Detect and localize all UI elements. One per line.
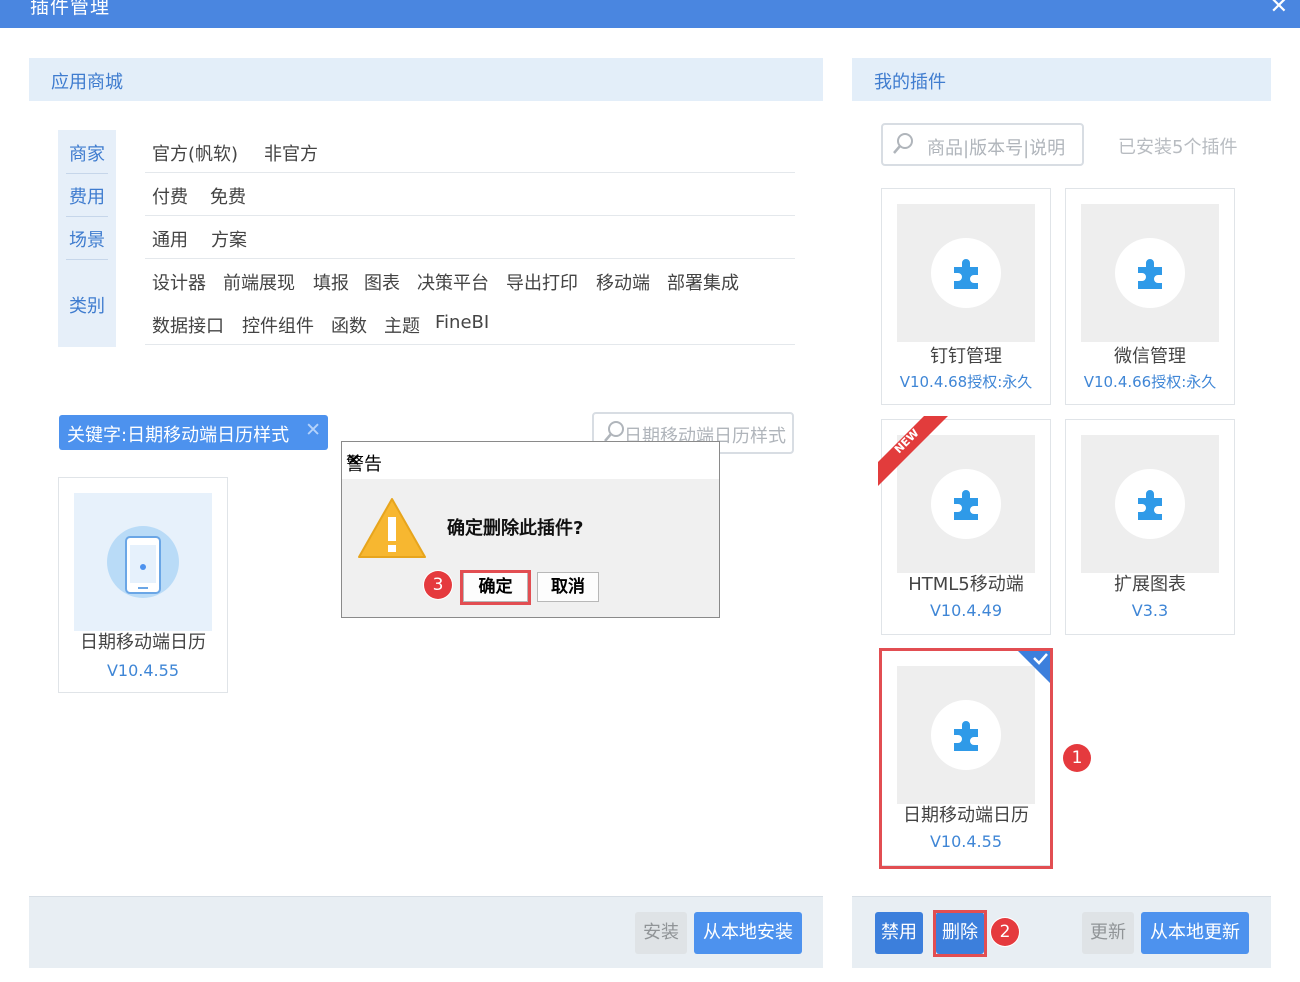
puzzle-icon <box>1115 469 1185 539</box>
store-result-card[interactable]: 日期移动端日历 V10.4.55 <box>58 477 228 693</box>
dialog-message: 确定删除此插件? <box>447 518 584 539</box>
highlight-delete-button <box>933 910 987 957</box>
filter-option[interactable]: 决策平台 <box>417 269 489 295</box>
filter-option[interactable]: 函数 <box>331 312 367 338</box>
filter-option[interactable]: FineBI <box>435 312 489 333</box>
plugin-thumbnail <box>1081 435 1219 573</box>
filter-option[interactable]: 官方(帆软) <box>152 140 238 166</box>
dialog-titlebar: 警告 ✕ <box>342 442 719 479</box>
update-button[interactable]: 更新 <box>1082 912 1134 954</box>
store-result-name: 日期移动端日历 <box>80 632 206 653</box>
plugin-name: 微信管理 <box>1114 346 1186 367</box>
install-button[interactable]: 安装 <box>635 912 687 954</box>
keyword-tag-label: 关键字:日期移动端日历样式 <box>67 425 290 446</box>
store-header: 应用商城 <box>29 58 823 101</box>
window-title: 插件管理 <box>30 0 111 18</box>
filter-row-merchant: 官方(帆软) 非官方 <box>145 130 795 173</box>
my-plugins-header: 我的插件 <box>852 58 1271 101</box>
puzzle-icon <box>931 238 1001 308</box>
filter-option[interactable]: 免费 <box>210 183 246 209</box>
plugin-name: HTML5移动端 <box>908 574 1024 595</box>
plugin-version: V10.4.49 <box>929 601 1002 620</box>
installed-count: 已安装5个插件 <box>1118 137 1238 158</box>
filter-label-merchant: 商家 <box>69 144 105 165</box>
dialog-cancel-button[interactable]: 取消 <box>537 572 599 602</box>
new-badge-icon: NEW <box>878 416 948 486</box>
window-titlebar: 插件管理 ✕ <box>0 0 1300 28</box>
filter-option[interactable]: 方案 <box>211 226 247 252</box>
filter-row-scene: 通用 方案 <box>145 216 795 259</box>
step-marker-1: 1 <box>1063 744 1091 772</box>
dialog-close-icon[interactable]: ✕ <box>346 450 705 471</box>
keyword-tag[interactable]: 关键字:日期移动端日历样式 ✕ <box>59 415 328 450</box>
filter-row-category-1: 设计器 前端展现 填报 图表 决策平台 导出打印 移动端 部署集成 <box>145 259 795 302</box>
filter-label-scene: 场景 <box>69 230 105 251</box>
calendar-thumbnail <box>74 493 212 631</box>
plugin-card[interactable]: 微信管理 V10.4.66授权:永久 <box>1065 188 1235 405</box>
highlight-selected-plugin <box>879 648 1053 869</box>
filter-option[interactable]: 付费 <box>152 183 188 209</box>
filter-option[interactable]: 非官方 <box>264 140 318 166</box>
filter-label-divider <box>66 216 108 217</box>
plugin-search-placeholder: 商品|版本号|说明 <box>927 138 1066 159</box>
store-title: 应用商城 <box>51 72 123 93</box>
filter-row-category-2: 数据接口 控件组件 函数 主题 FineBI <box>145 302 795 345</box>
plugin-version: V10.4.68授权:永久 <box>899 373 1033 391</box>
filter-option[interactable]: 通用 <box>152 226 188 252</box>
plugin-card[interactable]: NEW HTML5移动端 V10.4.49 <box>878 416 1051 635</box>
filter-option[interactable]: 数据接口 <box>152 312 224 338</box>
window-close-icon[interactable]: ✕ <box>1270 0 1288 19</box>
filter-option[interactable]: 部署集成 <box>667 269 739 295</box>
plugin-name: 扩展图表 <box>1114 574 1186 595</box>
plugin-thumbnail <box>1081 204 1219 342</box>
plugin-card[interactable]: 钉钉管理 V10.4.68授权:永久 <box>881 188 1051 405</box>
filter-option[interactable]: 主题 <box>384 312 420 338</box>
filter-option[interactable]: 控件组件 <box>242 312 314 338</box>
search-icon <box>891 131 915 162</box>
update-local-button[interactable]: 从本地更新 <box>1141 912 1249 954</box>
my-plugins-title: 我的插件 <box>874 72 946 93</box>
calendar-phone-icon <box>107 526 179 598</box>
install-local-button[interactable]: 从本地安装 <box>694 912 802 954</box>
step-marker-3: 3 <box>424 571 452 599</box>
filter-row-fee: 付费 免费 <box>145 173 795 216</box>
highlight-ok-button <box>460 570 531 605</box>
store-footer: 安装 从本地安装 <box>29 896 823 968</box>
my-plugins-footer: 禁用 删除 更新 从本地更新 <box>852 896 1271 968</box>
filter-label-divider <box>66 259 108 260</box>
filter-option[interactable]: 移动端 <box>596 269 650 295</box>
store-result-version: V10.4.55 <box>106 661 179 680</box>
warning-icon <box>358 498 426 558</box>
plugin-card[interactable]: 扩展图表 V3.3 <box>1065 419 1235 635</box>
filter-label-divider <box>66 173 108 174</box>
disable-button[interactable]: 禁用 <box>875 912 923 954</box>
step-marker-2: 2 <box>991 918 1019 946</box>
filter-label-category: 类别 <box>69 296 105 317</box>
plugin-version: V10.4.66授权:永久 <box>1083 373 1217 391</box>
keyword-remove-icon[interactable]: ✕ <box>305 419 321 441</box>
filter-option[interactable]: 图表 <box>364 269 400 295</box>
plugin-name: 钉钉管理 <box>930 346 1002 367</box>
filter-option[interactable]: 导出打印 <box>506 269 578 295</box>
puzzle-icon <box>1115 238 1185 308</box>
plugin-version: V3.3 <box>1131 601 1169 620</box>
filter-option[interactable]: 填报 <box>313 269 349 295</box>
filter-label-column: 商家 费用 场景 类别 <box>58 130 116 347</box>
plugin-search-input[interactable]: 商品|版本号|说明 <box>881 123 1084 166</box>
filter-label-fee: 费用 <box>69 187 105 208</box>
plugin-thumbnail <box>897 204 1035 342</box>
filter-option[interactable]: 设计器 <box>152 269 206 295</box>
filter-option[interactable]: 前端展现 <box>223 269 295 295</box>
